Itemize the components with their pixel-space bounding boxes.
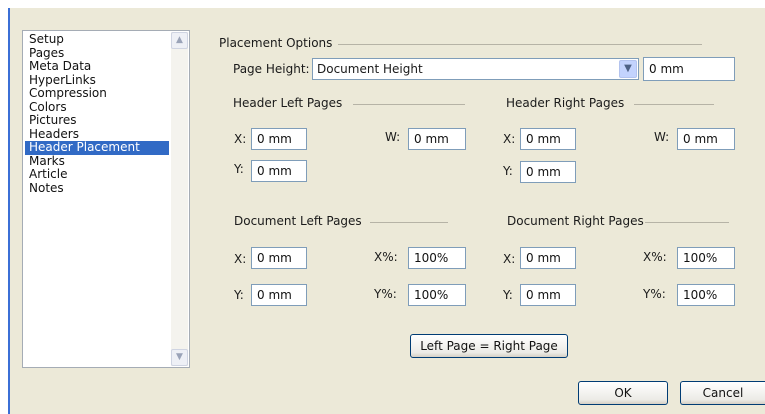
scroll-down-icon[interactable]: ▼ xyxy=(171,349,188,366)
header-right-y-input[interactable]: 0 mm xyxy=(520,161,576,183)
nav-item-colors[interactable]: Colors xyxy=(25,100,169,115)
nav-item-pages[interactable]: Pages xyxy=(25,46,169,61)
doc-right-xpercent-input[interactable]: 100% xyxy=(677,247,735,269)
header-left-pages-title: Header Left Pages xyxy=(233,96,343,110)
chevron-down-icon[interactable]: ▼ xyxy=(619,60,637,78)
placement-options-title: Placement Options xyxy=(219,36,333,50)
doc-right-xpercent-label: X%: xyxy=(643,250,667,264)
doc-left-xpercent-label: X%: xyxy=(374,250,398,264)
left-equals-right-button[interactable]: Left Page = Right Page xyxy=(410,334,568,358)
header-left-x-input[interactable]: 0 mm xyxy=(251,128,307,150)
scroll-up-icon[interactable]: ▲ xyxy=(171,32,188,49)
page-height-input[interactable]: 0 mm xyxy=(643,57,735,81)
nav-item-meta-data[interactable]: Meta Data xyxy=(25,59,169,74)
doc-left-x-input[interactable]: 0 mm xyxy=(251,247,307,269)
header-right-w-input[interactable]: 0 mm xyxy=(677,128,735,150)
doc-right-y-label: Y: xyxy=(503,288,513,302)
header-right-x-label: X: xyxy=(503,132,516,146)
document-left-pages-title: Document Left Pages xyxy=(234,214,362,228)
header-right-y-label: Y: xyxy=(503,164,513,178)
doc-right-x-input[interactable]: 0 mm xyxy=(520,247,576,269)
ok-button[interactable]: OK xyxy=(578,381,668,405)
header-left-y-input[interactable]: 0 mm xyxy=(251,160,307,182)
header-left-w-label: W: xyxy=(385,130,401,144)
page-height-select-value: Document Height xyxy=(317,62,423,76)
cancel-button[interactable]: Cancel xyxy=(680,381,765,405)
header-left-divider xyxy=(353,104,465,105)
nav-item-setup[interactable]: Setup xyxy=(25,32,169,47)
nav-item-marks[interactable]: Marks xyxy=(25,154,169,169)
nav-item-article[interactable]: Article xyxy=(25,167,169,182)
doc-right-y-input[interactable]: 0 mm xyxy=(520,284,576,306)
header-left-y-label: Y: xyxy=(234,162,244,176)
doc-right-ypercent-input[interactable]: 100% xyxy=(677,284,735,306)
doc-left-y-label: Y: xyxy=(234,288,244,302)
nav-item-hyperlinks[interactable]: HyperLinks xyxy=(25,73,169,88)
nav-item-notes[interactable]: Notes xyxy=(25,181,169,196)
placement-options-divider xyxy=(338,44,702,45)
header-right-divider xyxy=(634,104,714,105)
list-scrollbar[interactable]: ▲ ▼ xyxy=(171,32,188,366)
category-items: Setup Pages Meta Data HyperLinks Compression… xyxy=(25,32,169,196)
document-right-pages-title: Document Right Pages xyxy=(507,214,644,228)
doc-left-x-label: X: xyxy=(234,252,247,266)
doc-left-xpercent-input[interactable]: 100% xyxy=(408,247,466,269)
page-height-label: Page Height: xyxy=(233,62,310,76)
header-left-w-input[interactable]: 0 mm xyxy=(408,128,466,150)
document-right-divider xyxy=(645,222,729,223)
doc-left-ypercent-input[interactable]: 100% xyxy=(408,284,466,306)
doc-right-ypercent-label: Y%: xyxy=(643,287,666,301)
page-height-select[interactable]: Document Height ▼ xyxy=(312,58,639,80)
doc-right-x-label: X: xyxy=(503,252,516,266)
nav-item-headers[interactable]: Headers xyxy=(25,127,169,142)
nav-item-compression[interactable]: Compression xyxy=(25,86,169,101)
header-left-x-label: X: xyxy=(234,132,247,146)
nav-item-pictures[interactable]: Pictures xyxy=(25,113,169,128)
header-right-pages-title: Header Right Pages xyxy=(506,96,625,110)
header-right-x-input[interactable]: 0 mm xyxy=(520,128,576,150)
doc-left-y-input[interactable]: 0 mm xyxy=(251,284,307,306)
doc-left-ypercent-label: Y%: xyxy=(374,287,397,301)
header-right-w-label: W: xyxy=(654,130,670,144)
nav-item-header-placement[interactable]: Header Placement xyxy=(25,140,169,155)
document-left-divider xyxy=(370,222,448,223)
settings-category-list[interactable]: Setup Pages Meta Data HyperLinks Compression… xyxy=(22,30,190,368)
